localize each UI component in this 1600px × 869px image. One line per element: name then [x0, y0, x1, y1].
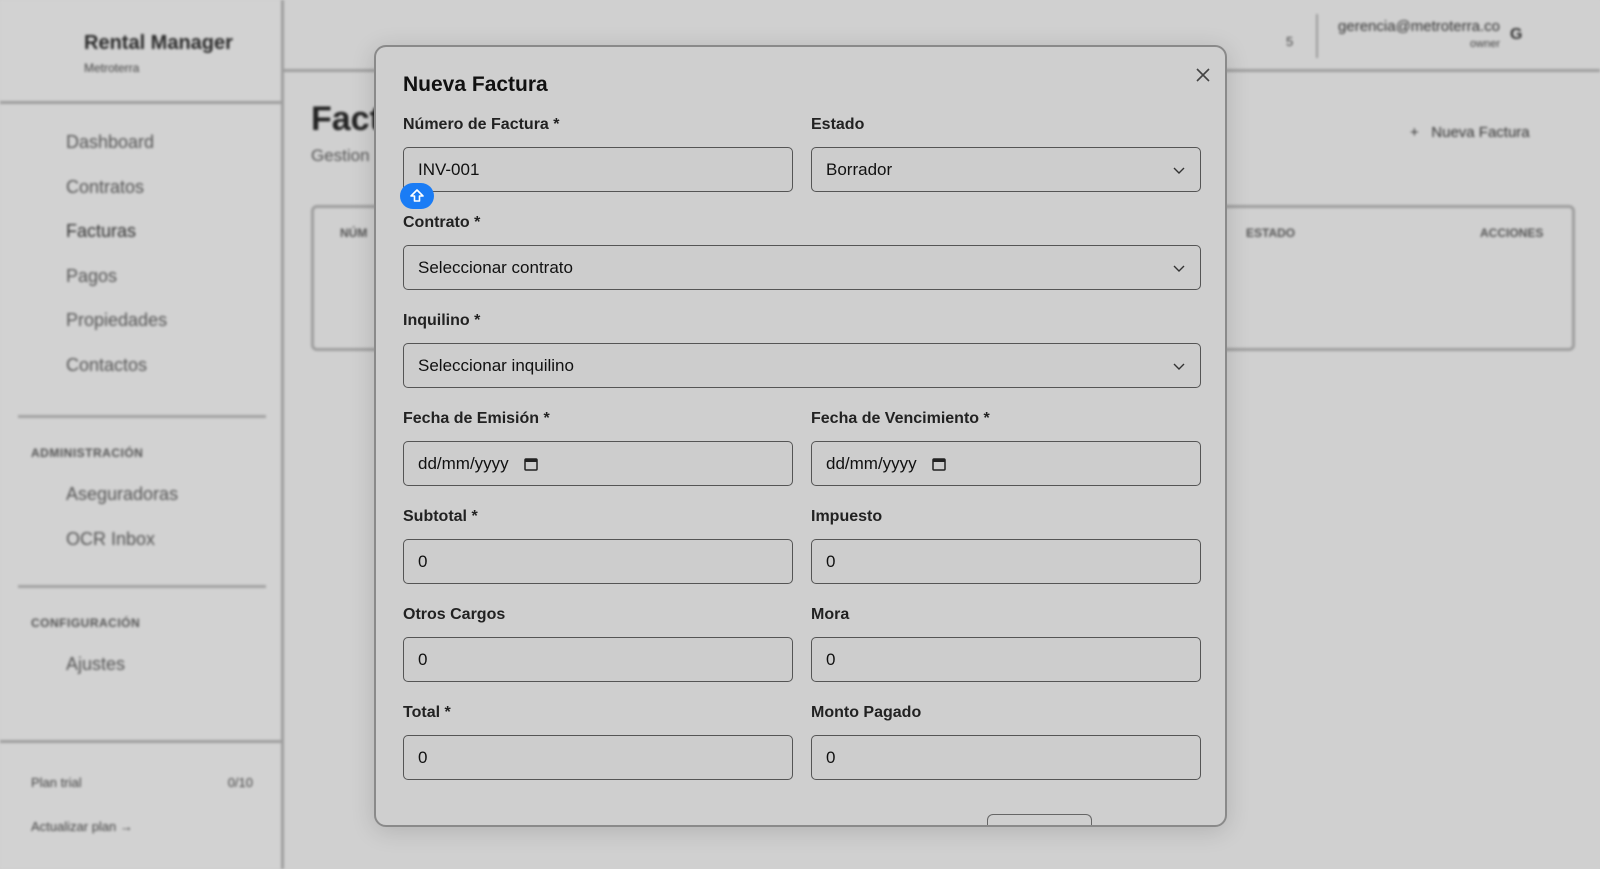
issue-date-label: Fecha de Emisión *	[403, 410, 550, 427]
section-label-config: CONFIGURACIÓN	[31, 616, 141, 630]
sidebar-config-nav: Ajustes	[66, 652, 125, 697]
sidebar-item-pagos[interactable]: Pagos	[66, 264, 167, 309]
tenant-label: Inquilino *	[403, 312, 481, 329]
tenant-select[interactable]: Seleccionar inquilino	[403, 343, 1201, 388]
avatar[interactable]: G	[1510, 26, 1522, 44]
new-invoice-label: Nueva Factura	[1431, 124, 1530, 141]
notification-count[interactable]: 5	[1286, 34, 1293, 49]
total-field[interactable]	[403, 735, 793, 780]
issue-date-value: dd/mm/yyyy	[418, 453, 509, 473]
contract-value: Seleccionar contrato	[418, 257, 573, 277]
upgrade-plan-link[interactable]: Actualizar plan →	[31, 819, 133, 834]
status-label: Estado	[811, 116, 865, 133]
late-fee-label: Mora	[811, 606, 850, 623]
sidebar-item-facturas[interactable]: Facturas	[66, 219, 167, 264]
plan-status: Plan trial 0/10	[31, 775, 253, 790]
invoice-number-label: Número de Factura *	[403, 116, 560, 133]
tax-field[interactable]	[811, 539, 1201, 584]
sidebar-divider	[18, 415, 266, 418]
close-icon[interactable]	[1192, 64, 1214, 86]
brand-title: Rental Manager	[84, 32, 233, 54]
user-info[interactable]: gerencia@metroterra.co owner	[1334, 18, 1500, 50]
table-header-actions: ACCIONES	[1480, 226, 1544, 240]
page-title: Fact	[311, 100, 381, 138]
total-input[interactable]	[418, 747, 778, 768]
chevron-down-icon	[1173, 167, 1185, 174]
late-fee-input[interactable]	[826, 649, 1186, 670]
other-charges-input[interactable]	[418, 649, 778, 670]
sidebar-divider	[18, 585, 266, 588]
plus-icon: +	[1410, 124, 1432, 141]
tax-label: Impuesto	[811, 508, 883, 525]
due-date-label: Fecha de Vencimiento *	[811, 410, 990, 427]
contract-select[interactable]: Seleccionar contrato	[403, 245, 1201, 290]
page-subtitle: Gestion	[311, 146, 370, 165]
invoice-number-field[interactable]	[403, 147, 793, 192]
tax-input[interactable]	[826, 551, 1186, 572]
sidebar-nav: Dashboard Contratos Facturas Pagos Propi…	[66, 130, 167, 397]
late-fee-field[interactable]	[811, 637, 1201, 682]
sidebar-admin-nav: Aseguradoras OCR Inbox	[66, 482, 178, 571]
invoice-number-input[interactable]	[418, 159, 778, 180]
sidebar: Rental Manager Metroterra Dashboard Cont…	[0, 0, 284, 869]
sidebar-item-aseguradoras[interactable]: Aseguradoras	[66, 482, 178, 527]
other-charges-label: Otros Cargos	[403, 606, 506, 623]
brand-subtitle: Metroterra	[84, 61, 140, 75]
chevron-down-icon	[1173, 363, 1185, 370]
other-charges-field[interactable]	[403, 637, 793, 682]
cursor-indicator-icon	[400, 183, 434, 209]
plan-label: Plan trial	[31, 775, 82, 790]
due-date-value: dd/mm/yyyy	[826, 453, 917, 473]
topbar-divider	[1316, 14, 1318, 58]
calendar-icon[interactable]	[523, 456, 539, 472]
amount-paid-label: Monto Pagado	[811, 704, 922, 721]
contract-label: Contrato *	[403, 214, 481, 231]
user-role: owner	[1470, 38, 1500, 50]
sidebar-item-contratos[interactable]: Contratos	[66, 175, 167, 220]
subtotal-field[interactable]	[403, 539, 793, 584]
amount-paid-input[interactable]	[826, 747, 1186, 768]
sidebar-item-contactos[interactable]: Contactos	[66, 353, 167, 398]
sidebar-item-dashboard[interactable]: Dashboard	[66, 130, 167, 175]
subtotal-input[interactable]	[418, 551, 778, 572]
table-header-status: ESTADO	[1246, 226, 1296, 240]
new-invoice-button[interactable]: + Nueva Factura	[1410, 124, 1530, 141]
issue-date-field[interactable]: dd/mm/yyyy	[403, 441, 793, 486]
chevron-down-icon	[1173, 265, 1185, 272]
modal-title: Nueva Factura	[403, 73, 548, 96]
section-label-admin: ADMINISTRACIÓN	[31, 446, 144, 460]
footer-button-partial[interactable]	[987, 814, 1092, 825]
new-invoice-modal: Nueva Factura Número de Factura * Estado…	[374, 45, 1227, 827]
sidebar-divider	[0, 101, 284, 104]
status-select[interactable]: Borrador	[811, 147, 1201, 192]
plan-count: 0/10	[227, 775, 253, 790]
calendar-icon[interactable]	[931, 456, 947, 472]
amount-paid-field[interactable]	[811, 735, 1201, 780]
total-label: Total *	[403, 704, 451, 721]
due-date-field[interactable]: dd/mm/yyyy	[811, 441, 1201, 486]
table-header-number: NÚM	[340, 226, 368, 240]
sidebar-item-ocr-inbox[interactable]: OCR Inbox	[66, 527, 178, 572]
user-email: gerencia@metroterra.co	[1338, 18, 1500, 35]
tenant-value: Seleccionar inquilino	[418, 355, 574, 375]
sidebar-divider	[0, 740, 284, 743]
brand: Rental Manager Metroterra	[84, 32, 233, 75]
status-value: Borrador	[826, 159, 893, 179]
sidebar-item-propiedades[interactable]: Propiedades	[66, 308, 167, 353]
sidebar-item-ajustes[interactable]: Ajustes	[66, 652, 125, 697]
subtotal-label: Subtotal *	[403, 508, 478, 525]
